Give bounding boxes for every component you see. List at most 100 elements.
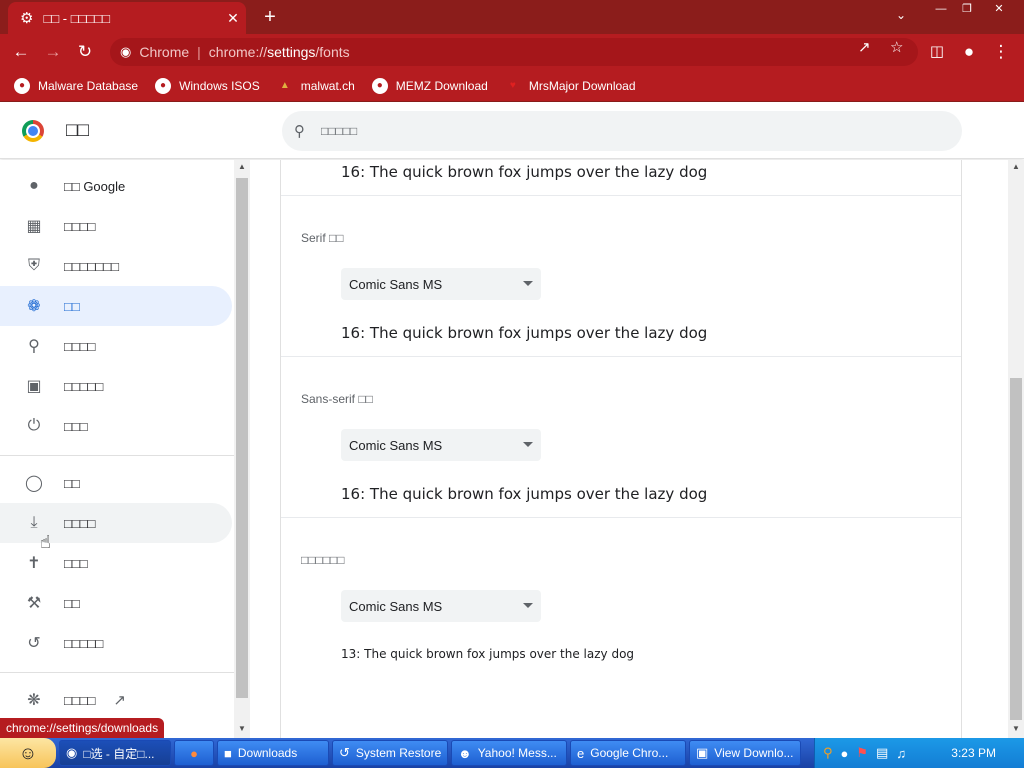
menu-kebab-icon[interactable]: ⋮ <box>990 42 1012 62</box>
sidebar-item-reset[interactable]: ↺ □□□□□ <box>0 623 232 663</box>
star-icon[interactable]: ☆ <box>890 38 903 56</box>
taskbar-item[interactable]: ■ Downloads <box>217 740 329 766</box>
sidebar-item-privacy[interactable]: ⛨ □□□□□□□ <box>0 246 232 286</box>
taskbar-clock: 3:23 PM <box>951 746 996 760</box>
serif-font-select[interactable]: Comic Sans MS <box>341 268 541 300</box>
bookmark-item[interactable]: ♥ MrsMajor Download <box>505 78 636 94</box>
fixed-width-font-select[interactable]: Comic Sans MS <box>341 590 541 622</box>
sidebar-item-label: □□ <box>64 298 80 314</box>
volume-icon[interactable]: ♫ <box>896 746 906 761</box>
globe-icon: ◯ <box>25 475 43 492</box>
sidebar-item-on-startup[interactable]: ⏻ □□□ <box>0 406 232 446</box>
settings-header: □□ ⚲ □□□□□ <box>0 102 1024 159</box>
browser-tab[interactable]: ⚙ □□ - □□□□□ ✕ <box>8 2 246 34</box>
security-alert-icon[interactable]: ⚑ <box>856 745 868 761</box>
window-icon: ▣ <box>696 745 709 760</box>
minimize-button[interactable]: — <box>928 0 954 18</box>
main-scroll-thumb[interactable] <box>1010 378 1022 720</box>
firefox-icon: ● <box>190 745 198 761</box>
chrome-site-icon: ◉ <box>120 44 132 59</box>
sidebar-item-default-browser[interactable]: ▣ □□□□□ <box>0 366 232 406</box>
wrench-icon: ⚒ <box>26 595 42 612</box>
open-in-new-icon: ↗ <box>113 692 126 709</box>
flask-icon: ▲ <box>279 80 290 91</box>
folder-icon: ■ <box>224 745 232 761</box>
sidebar-item-downloads[interactable]: ⤓ □□□□ <box>0 503 232 543</box>
bookmark-item[interactable]: ● MEMZ Download <box>371 77 488 94</box>
sidebar-item-google[interactable]: ● □□ Google <box>0 166 232 206</box>
taskbar-item[interactable]: ▣ View Downlo... <box>689 740 801 766</box>
tab-search-chevron-icon[interactable]: ⌄ <box>896 8 906 22</box>
close-tab-icon[interactable]: ✕ <box>220 10 246 27</box>
bookmark-label: MrsMajor Download <box>528 78 636 93</box>
side-panel-icon[interactable]: ◫ <box>926 42 948 62</box>
search-icon: ⚲ <box>28 338 40 355</box>
status-tray-icon[interactable]: ● <box>841 746 849 761</box>
network-icon[interactable]: ▤ <box>876 745 888 761</box>
sidebar-item-label: □□ <box>64 475 80 491</box>
globe-icon: ● <box>155 77 172 94</box>
new-tab-button[interactable]: + <box>258 6 282 28</box>
share-icon[interactable]: ↗ <box>858 38 871 56</box>
taskbar-item-label: Downloads <box>237 746 298 760</box>
sidebar-item-accessibility[interactable]: ✝ □□□ <box>0 543 232 583</box>
bookmark-item[interactable]: ● Windows ISOS <box>155 77 260 94</box>
sidebar-item-autofill[interactable]: ▦ □□□□ <box>0 206 232 246</box>
sidebar-item-extensions[interactable]: ❋ □□□□ ↗ <box>0 680 232 720</box>
restore-icon: ↺ <box>339 745 350 760</box>
sidebar-item-label: □□□ <box>64 418 88 434</box>
main-scrollbar[interactable]: ▲ ▼ <box>1008 160 1024 738</box>
serif-font-value: Comic Sans MS <box>349 276 443 292</box>
scroll-down-arrow-icon[interactable]: ▼ <box>234 724 250 733</box>
sidebar-scrollbar[interactable]: ▲ ▼ <box>234 160 250 738</box>
taskbar-item[interactable]: ◉ □选 - 自定□... <box>59 740 171 766</box>
address-bar[interactable]: ◉ Chrome | chrome://settings/fonts <box>110 38 918 66</box>
page-title: □□ <box>66 120 89 141</box>
bookmark-item[interactable]: ▲ malwat.ch <box>277 78 355 94</box>
search-tray-icon[interactable]: ⚲ <box>823 745 833 761</box>
sans-serif-font-label: Sans-serif □□ <box>301 392 373 406</box>
sidebar-item-label: □□□ <box>64 555 88 571</box>
sidebar-item-label: □□□□ <box>64 692 96 708</box>
scroll-up-arrow-icon[interactable]: ▲ <box>1008 162 1024 171</box>
sidebar-item-system[interactable]: ⚒ □□ <box>0 583 232 623</box>
taskbar-item[interactable]: ☻ Yahoo! Mess... <box>451 740 567 766</box>
smiley-icon: ☺ <box>18 742 38 763</box>
sidebar-item-languages[interactable]: ◯ □□ <box>0 463 232 503</box>
sidebar-item-search-engine[interactable]: ⚲ □□□□ <box>0 326 232 366</box>
taskbar-item[interactable]: ● <box>174 740 214 766</box>
link-status-tooltip: chrome://settings/downloads <box>0 718 165 738</box>
reload-icon[interactable]: ↻ <box>74 42 96 62</box>
sans-serif-font-select[interactable]: Comic Sans MS <box>341 429 541 461</box>
search-field[interactable]: ⚲ □□□□□ <box>282 111 962 151</box>
sidebar-divider <box>0 455 234 456</box>
history-icon: ↺ <box>27 635 41 652</box>
scroll-up-arrow-icon[interactable]: ▲ <box>234 162 250 171</box>
forward-arrow-icon[interactable]: → <box>42 42 64 62</box>
bookmark-label: MEMZ Download <box>395 78 488 93</box>
system-tray: ⚲ ● ⚑ ▤ ♫ 3:23 PM <box>814 738 1024 768</box>
taskbar-item[interactable]: ↺ System Restore <box>332 740 448 766</box>
bookmark-label: malwat.ch <box>300 78 355 93</box>
dropdown-arrow-icon <box>523 603 533 608</box>
bookmark-item[interactable]: ● Malware Database <box>14 77 139 94</box>
scroll-down-arrow-icon[interactable]: ▼ <box>1008 724 1024 733</box>
title-bar: ⚙ □□ - □□□□□ ✕ + ⌄ — ❐ ✕ <box>0 0 1024 34</box>
dropdown-arrow-icon <box>523 281 533 286</box>
taskbar-item[interactable]: e Google Chro... <box>570 740 686 766</box>
clipboard-icon: ▦ <box>26 218 42 235</box>
profile-icon[interactable]: ● <box>958 42 980 62</box>
accessibility-icon: ✝ <box>27 555 41 572</box>
start-button[interactable]: ☺ <box>0 738 56 768</box>
sidebar-item-appearance[interactable]: ❁ □□ <box>0 286 232 326</box>
back-arrow-icon[interactable]: ← <box>10 42 32 62</box>
restore-button[interactable]: ❐ <box>954 0 980 18</box>
tab-title: □□ - □□□□□ <box>43 10 110 26</box>
close-window-button[interactable]: ✕ <box>984 0 1014 18</box>
bookmark-label: Malware Database <box>38 78 139 93</box>
sidebar-divider <box>0 672 234 673</box>
sidebar-item-label: □□□□□□□ <box>64 258 119 274</box>
sidebar-item-label: □□ Google <box>64 178 126 194</box>
download-icon: ⤓ <box>30 514 38 531</box>
sidebar-scroll-thumb[interactable] <box>236 178 248 698</box>
